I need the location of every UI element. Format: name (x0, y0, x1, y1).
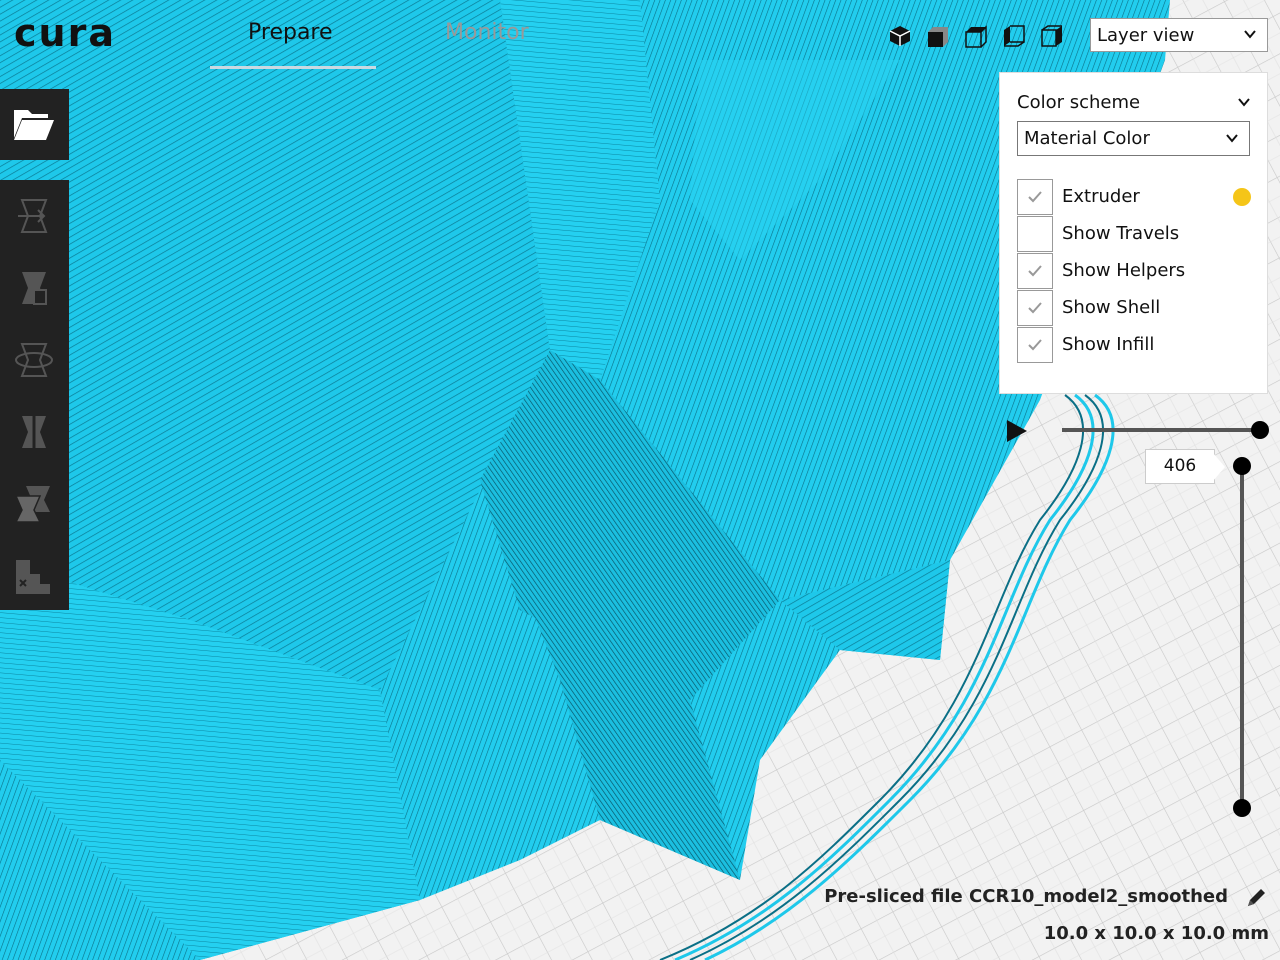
show-shell-checkbox[interactable] (1017, 290, 1053, 326)
extruder-checkbox[interactable] (1017, 179, 1053, 215)
mirror-tool-icon[interactable] (12, 410, 56, 454)
color-scheme-select[interactable]: Material Color (1017, 121, 1250, 156)
option-show-infill: Show Infill (1017, 327, 1257, 363)
scale-tool-icon[interactable] (12, 266, 56, 310)
view-mode-value: Layer view (1097, 25, 1195, 46)
open-folder-icon (14, 110, 54, 140)
rotate-tool-icon[interactable] (12, 338, 56, 382)
view-mode-select[interactable]: Layer view (1090, 18, 1268, 52)
3d-view-icon[interactable] (886, 22, 914, 50)
layer-slider-track[interactable] (1240, 466, 1244, 809)
chevron-down-icon (1244, 30, 1256, 39)
extruder-label: Extruder (1062, 186, 1140, 207)
show-helpers-label: Show Helpers (1062, 260, 1186, 281)
cura-logo: cura (14, 16, 116, 52)
option-show-travels: Show Travels (1017, 216, 1257, 252)
chevron-down-icon (1226, 134, 1238, 143)
show-travels-checkbox[interactable] (1017, 216, 1053, 252)
check-icon (1028, 339, 1042, 351)
color-scheme-panel: Color scheme Material Color Extruder Sho… (999, 72, 1268, 394)
open-file-button[interactable] (0, 89, 69, 160)
show-infill-checkbox[interactable] (1017, 327, 1053, 363)
view-orientation-toolbar (886, 22, 1066, 50)
check-icon (1028, 302, 1042, 314)
layer-box-pointer (1213, 453, 1225, 481)
extruder-color-swatch (1233, 188, 1251, 206)
tab-prepare[interactable]: Prepare (248, 20, 333, 45)
right-view-icon[interactable] (1038, 22, 1066, 50)
path-slider-handle[interactable] (1251, 421, 1269, 439)
tab-prepare-underline (210, 66, 376, 69)
support-blocker-icon[interactable] (12, 554, 56, 598)
job-file-name: Pre-sliced file CCR10_model2_smoothed (824, 886, 1228, 907)
show-infill-label: Show Infill (1062, 334, 1155, 355)
show-shell-label: Show Shell (1062, 297, 1161, 318)
front-view-icon[interactable] (924, 22, 952, 50)
show-travels-label: Show Travels (1062, 223, 1180, 244)
show-helpers-checkbox[interactable] (1017, 253, 1053, 289)
left-view-icon[interactable] (1000, 22, 1028, 50)
color-scheme-value: Material Color (1024, 128, 1150, 149)
tools-toolbar (0, 180, 69, 610)
move-tool-icon[interactable] (12, 194, 56, 238)
option-extruder: Extruder (1017, 179, 1257, 215)
path-slider-track[interactable] (1062, 428, 1260, 432)
pencil-icon[interactable] (1244, 886, 1268, 910)
play-simulation-icon[interactable] (1005, 418, 1029, 444)
color-scheme-title[interactable]: Color scheme (1017, 92, 1140, 113)
tab-monitor[interactable]: Monitor (445, 20, 529, 45)
top-view-icon[interactable] (962, 22, 990, 50)
per-model-settings-icon[interactable] (12, 482, 56, 526)
layer-slider-lower-handle[interactable] (1233, 799, 1251, 817)
option-show-helpers: Show Helpers (1017, 253, 1257, 289)
check-icon (1028, 191, 1042, 203)
current-layer-input[interactable]: 406 (1145, 449, 1215, 484)
check-icon (1028, 265, 1042, 277)
svg-text:cura: cura (14, 16, 116, 52)
option-show-shell: Show Shell (1017, 290, 1257, 326)
chevron-down-icon[interactable] (1237, 95, 1251, 109)
layer-slider-upper-handle[interactable] (1233, 457, 1251, 475)
model-dimensions: 10.0 x 10.0 x 10.0 mm (1043, 923, 1269, 944)
